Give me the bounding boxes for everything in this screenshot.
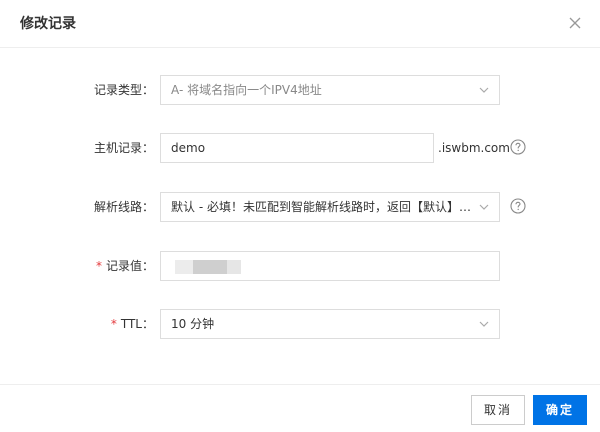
edit-record-dialog: 修改记录 记录类型： A- 将域名指向一个IPV4地址 主机记录： demo .… (0, 0, 600, 432)
redacted-value (175, 260, 193, 274)
required-mark: * (110, 317, 117, 331)
resolution-line-value: 默认 - 必填！未匹配到智能解析线路时，返回【默认】线路设置结果 (171, 200, 500, 214)
record-value-label: * 记录值： (96, 251, 154, 281)
ttl-value: 10 分钟 (171, 317, 215, 331)
dialog-header: 修改记录 (0, 0, 600, 48)
chevron-down-icon (479, 204, 489, 210)
dialog-title: 修改记录 (20, 16, 76, 32)
required-mark: * (95, 259, 102, 273)
ttl-select[interactable]: 10 分钟 (160, 309, 500, 339)
resolution-line-select[interactable]: 默认 - 必填！未匹配到智能解析线路时，返回【默认】线路设置结果 (160, 192, 500, 222)
host-record-value: demo (171, 141, 206, 155)
help-icon[interactable] (510, 198, 526, 214)
record-type-value: A- 将域名指向一个IPV4地址 (171, 83, 322, 97)
record-value-row: * 记录值： (0, 251, 600, 281)
host-record-label: 主机记录： (93, 141, 154, 155)
redacted-value (193, 260, 227, 274)
host-record-row: 主机记录： demo .iswbm.com (0, 133, 600, 163)
host-record-input[interactable]: demo (160, 133, 434, 163)
close-icon[interactable] (568, 16, 582, 30)
record-value-label-text: 记录值： (105, 259, 154, 273)
chevron-down-icon (479, 321, 489, 327)
resolution-line-row: 解析线路： 默认 - 必填！未匹配到智能解析线路时，返回【默认】线路设置结果 (0, 192, 600, 222)
domain-suffix: .iswbm.com (438, 141, 510, 155)
dialog-footer: 取消 确定 (0, 384, 600, 432)
ttl-label: * TTL： (111, 309, 154, 339)
record-type-select[interactable]: A- 将域名指向一个IPV4地址 (160, 75, 500, 105)
record-value-input[interactable] (160, 251, 500, 281)
redacted-value (227, 260, 241, 274)
confirm-button[interactable]: 确定 (533, 395, 587, 425)
chevron-down-icon (479, 87, 489, 93)
resolution-line-label: 解析线路： (93, 200, 154, 214)
ttl-row: * TTL： 10 分钟 (0, 309, 600, 339)
cancel-button[interactable]: 取消 (471, 395, 525, 425)
record-type-label: 记录类型： (93, 83, 154, 97)
record-type-row: 记录类型： A- 将域名指向一个IPV4地址 (0, 75, 600, 105)
help-icon[interactable] (510, 139, 526, 155)
ttl-label-text: TTL： (120, 317, 154, 331)
